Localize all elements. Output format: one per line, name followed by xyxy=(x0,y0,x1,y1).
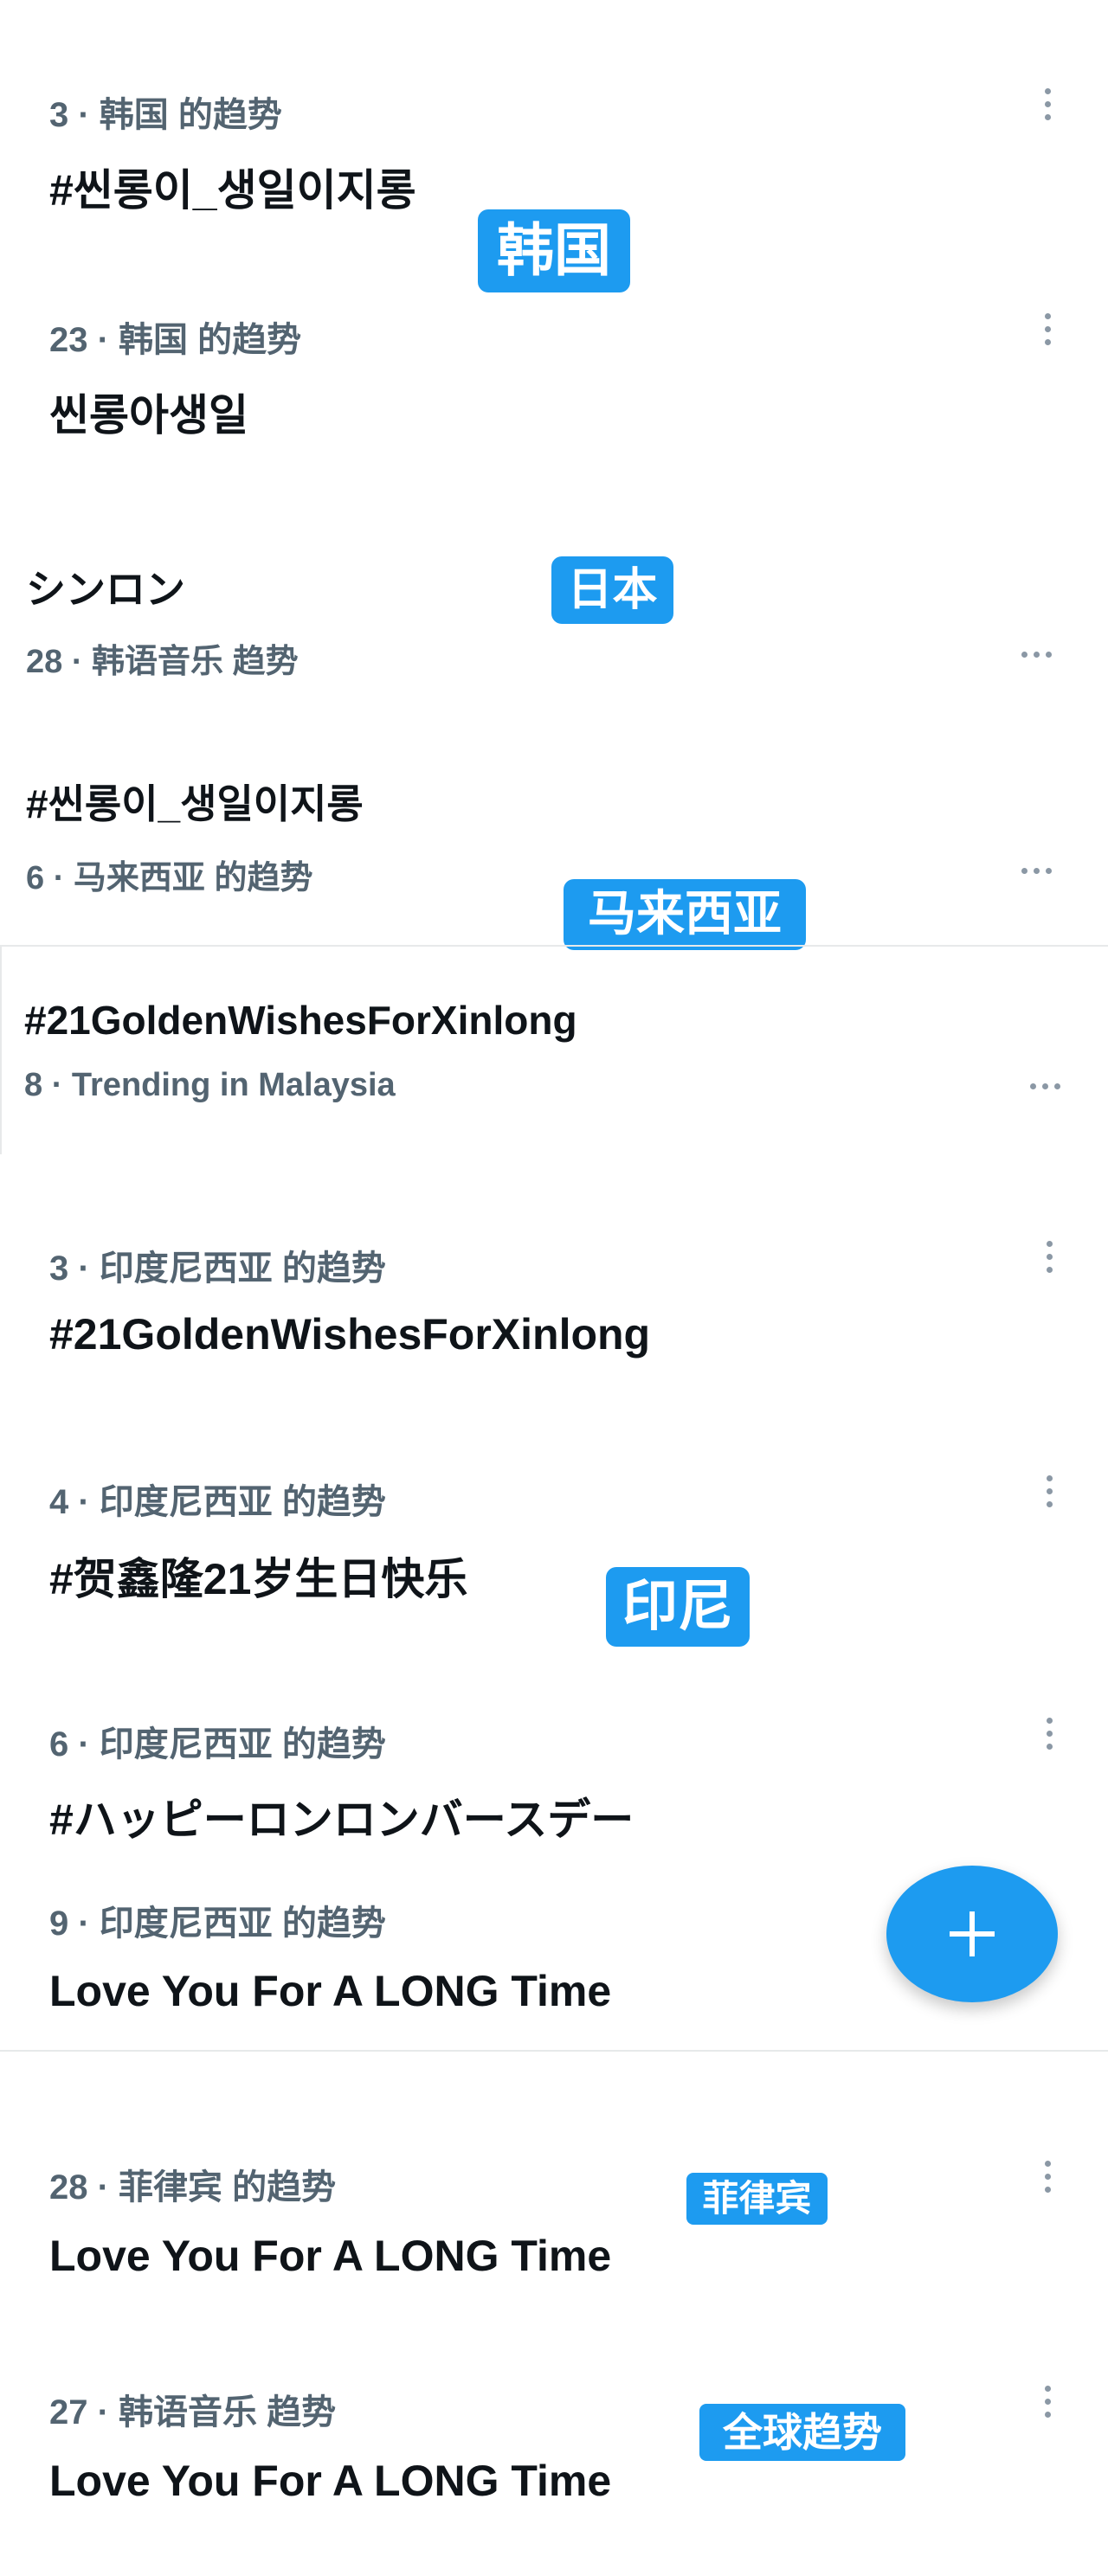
trend-title: #贺鑫隆21岁生日快乐 xyxy=(49,1555,468,1603)
trend-title: #씬롱이_생일이지롱 xyxy=(26,781,364,826)
more-options-icon[interactable] xyxy=(1030,1083,1060,1089)
trend-meta: 9 · 印度尼西亚 的趋势 xyxy=(49,1905,386,1943)
trend-meta: 8 · Trending in Malaysia xyxy=(24,1067,396,1103)
trend-title: #21GoldenWishesForXinlong xyxy=(49,1310,651,1359)
divider xyxy=(0,945,2,1154)
trend-title: 씬롱아생일 xyxy=(49,391,248,440)
trend-meta: 3 · 韩国 的趋势 xyxy=(49,96,282,134)
more-options-icon[interactable] xyxy=(1043,313,1052,345)
country-label-japan: 日本 xyxy=(551,556,673,624)
plus-icon xyxy=(950,1911,995,1956)
more-options-icon[interactable] xyxy=(1043,2161,1052,2193)
country-label-indonesia: 印尼 xyxy=(606,1567,750,1647)
trend-title: #ハッピーロンロンバースデー xyxy=(49,1795,635,1844)
trend-meta: 23 · 韩国 的趋势 xyxy=(49,321,302,359)
country-label-korea: 韩国 xyxy=(478,209,630,292)
more-options-icon[interactable] xyxy=(1045,1718,1053,1750)
divider xyxy=(0,2050,1108,2052)
trend-title: #21GoldenWishesForXinlong xyxy=(24,998,577,1043)
trend-title: Love You For A LONG Time xyxy=(49,2457,612,2505)
more-options-icon[interactable] xyxy=(1043,88,1052,120)
trend-meta: 6 · 印度尼西亚 的趋势 xyxy=(49,1725,386,1763)
more-options-icon[interactable] xyxy=(1045,1241,1053,1273)
trend-title: Love You For A LONG Time xyxy=(49,2232,612,2280)
compose-button[interactable] xyxy=(886,1866,1058,2002)
more-options-icon[interactable] xyxy=(1045,1475,1053,1507)
more-options-icon[interactable] xyxy=(1021,868,1052,874)
divider xyxy=(0,945,1108,947)
global-trends-label: 全球趋势 xyxy=(699,2404,905,2461)
more-options-icon[interactable] xyxy=(1043,2386,1052,2418)
trend-meta: 4 · 印度尼西亚 的趋势 xyxy=(49,1483,386,1521)
trend-meta: 3 · 印度尼西亚 的趋势 xyxy=(49,1249,386,1288)
trend-meta: 28 · 韩语音乐 趋势 xyxy=(26,644,299,680)
country-label-philippines: 菲律宾 xyxy=(686,2173,828,2225)
trend-title: Love You For A LONG Time xyxy=(49,1967,612,2015)
trend-meta: 27 · 韩语音乐 趋势 xyxy=(49,2393,337,2431)
trend-meta: 6 · 马来西亚 的趋势 xyxy=(26,860,313,896)
country-label-malaysia: 马来西亚 xyxy=(564,879,806,950)
trend-title: #씬롱이_생일이지롱 xyxy=(49,166,416,215)
trend-meta: 28 · 菲律宾 的趋势 xyxy=(49,2168,337,2207)
trend-title: シンロン xyxy=(26,567,185,612)
more-options-icon[interactable] xyxy=(1021,652,1052,658)
